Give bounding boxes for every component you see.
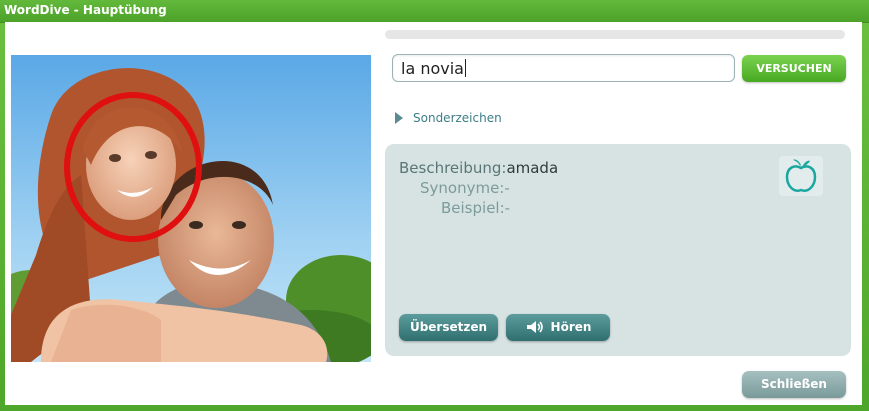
main-content: la novia VERSUCHEN Sonderzeichen Beschre… [5,22,862,405]
try-button[interactable]: VERSUCHEN [742,55,846,82]
synonyms-row: Synonyme:- [420,179,510,197]
answer-input-value: la novia [401,59,464,78]
example-label: Beispiel: [441,199,505,217]
info-panel: Beschreibung:amada Synonyme:- Beispiel:-… [385,144,851,356]
synonyms-label: Synonyme: [420,179,505,197]
special-chars-toggle[interactable]: Sonderzeichen [395,111,502,127]
translate-button[interactable]: Übersetzen [399,314,498,341]
listen-label: Hören [550,320,592,334]
speaker-icon [526,321,543,333]
example-row: Beispiel:- [441,199,510,217]
close-button[interactable]: Schließen [742,371,846,398]
triangle-right-icon [395,112,403,124]
description-label: Beschreibung: [399,159,507,177]
apple-icon [779,156,823,196]
progress-bar [385,30,845,39]
answer-input[interactable]: la novia [392,54,735,82]
listen-button[interactable]: Hören [506,314,610,341]
app-window: WordDive - Hauptübung la novia VERSUCHEN… [0,0,869,411]
example-value: - [504,199,511,217]
description-row: Beschreibung:amada [399,159,558,177]
couple-illustration [11,55,371,362]
text-caret [464,59,466,77]
description-value: amada [506,159,559,177]
title-bar[interactable]: WordDive - Hauptübung [0,0,869,23]
special-chars-label: Sonderzeichen [413,111,502,125]
window-title: WordDive - Hauptübung [4,3,167,17]
synonyms-value: - [504,179,510,197]
vocabulary-photo [11,55,371,362]
